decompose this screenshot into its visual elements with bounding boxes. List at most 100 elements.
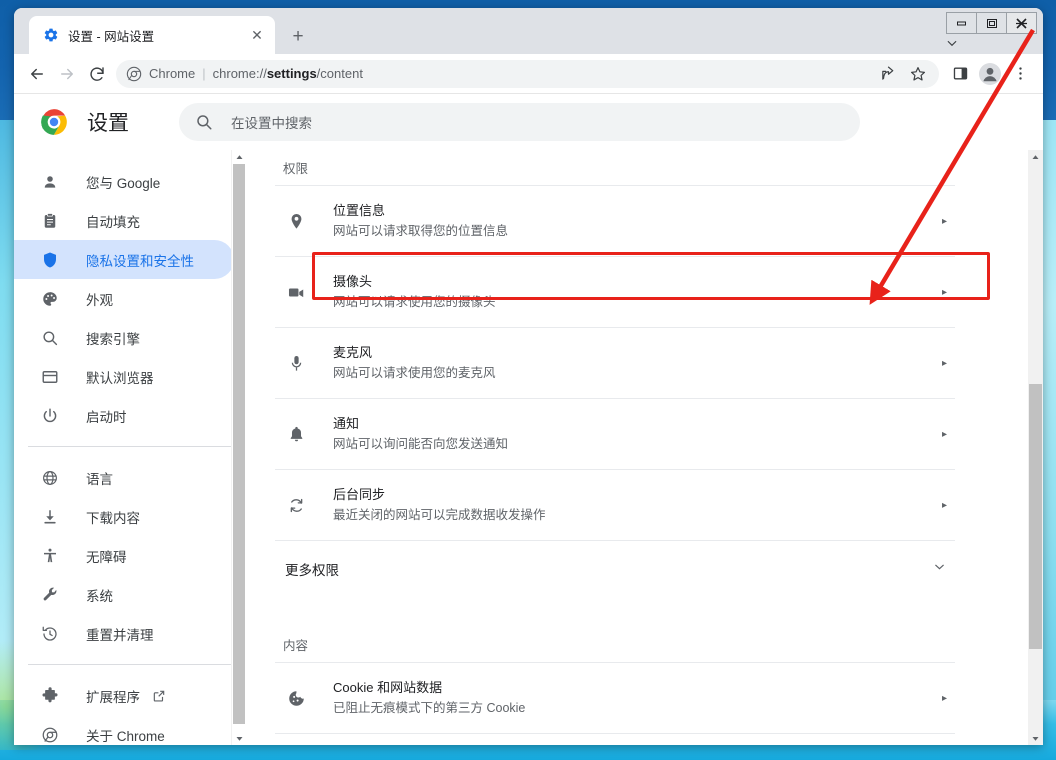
permission-row-camera[interactable]: 摄像头 网站可以请求使用您的摄像头 ▸ [275, 256, 955, 327]
permission-subtitle: 最近关闭的网站可以完成数据收发操作 [333, 508, 546, 523]
chevron-right-icon[interactable]: ▸ [927, 500, 947, 511]
url-prefix: chrome:// [212, 66, 267, 81]
close-button[interactable] [1006, 12, 1037, 34]
chevron-right-icon[interactable]: ▸ [927, 216, 947, 227]
sidebar-item-label: 外观 [86, 292, 113, 308]
sidebar-item-label: 无障碍 [86, 549, 127, 565]
chrome-icon [126, 66, 142, 82]
chevron-right-icon[interactable]: ▸ [927, 287, 947, 298]
url-bold: settings [266, 66, 317, 81]
content-scroll-track[interactable] [1028, 164, 1043, 731]
sidebar-item-label: 启动时 [86, 409, 127, 425]
address-bar[interactable]: Chrome | chrome://settings/content [116, 59, 939, 89]
side-panel-icon[interactable] [945, 59, 975, 89]
sidebar-scroll-thumb[interactable] [233, 164, 245, 724]
reload-icon[interactable] [82, 59, 112, 89]
tab-strip: 设置 - 网站设置 ✕ + [14, 8, 1043, 54]
permission-row-notifications[interactable]: 通知 网站可以询问能否向您发送通知 ▸ [275, 398, 955, 469]
sidebar-item-default-browser[interactable]: 默认浏览器 [14, 357, 234, 396]
permission-subtitle: 网站可以请求使用您的麦克风 [333, 366, 496, 381]
bookmark-star-icon[interactable] [903, 59, 933, 89]
power-icon [40, 406, 60, 426]
permission-row-microphone[interactable]: 麦克风 网站可以请求使用您的麦克风 ▸ [275, 327, 955, 398]
page-title: 设置 [87, 112, 129, 135]
chevron-right-icon[interactable]: ▸ [927, 429, 947, 440]
sidebar-item-label: 下载内容 [86, 510, 140, 526]
sidebar-scroll-track[interactable] [233, 724, 245, 731]
sidebar-item-label: 关于 Chrome [86, 728, 165, 744]
sidebar-divider [28, 446, 246, 447]
sidebar-item-autofill[interactable]: 自动填充 [14, 201, 234, 240]
sidebar-item-downloads[interactable]: 下载内容 [14, 497, 234, 536]
chrome-icon [40, 725, 60, 745]
content-inner: 权限 位置信息 网站可以请求取得您的位置信息 ▸ 摄像头 网站可以请求使用您的摄… [247, 150, 1043, 745]
browser-toolbar: Chrome | chrome://settings/content [14, 54, 1043, 94]
tab-title: 设置 - 网站设置 [68, 29, 155, 44]
permission-row-background-sync[interactable]: 后台同步 最近关闭的网站可以完成数据收发操作 ▸ [275, 469, 955, 540]
content-row-cookies[interactable]: Cookie 和网站数据 已阻止无痕模式下的第三方 Cookie ▸ [275, 662, 955, 733]
sidebar-item-label: 默认浏览器 [86, 370, 154, 386]
palette-icon [40, 289, 60, 309]
scroll-down-icon[interactable] [1028, 731, 1043, 745]
permission-title: 麦克风 [333, 344, 373, 360]
scroll-up-icon[interactable] [231, 150, 246, 164]
maximize-button[interactable] [976, 12, 1007, 34]
browser-window: 设置 - 网站设置 ✕ + Chrome | chrome://settings… [14, 8, 1043, 745]
scroll-down-icon[interactable] [231, 731, 246, 745]
sidebar-scrollbar[interactable] [231, 150, 246, 745]
person-icon [40, 172, 60, 192]
more-permissions-row[interactable]: 更多权限 [275, 540, 955, 597]
content-section-header: 内容 [283, 639, 309, 653]
settings-page: 设置 在设置中搜索 您与 Google 自动填充 隐私设置和安全性 外观 搜索引… [14, 94, 1043, 745]
profile-avatar-icon[interactable] [975, 59, 1005, 89]
globe-icon [40, 468, 60, 488]
more-permissions-label: 更多权限 [285, 563, 339, 578]
chrome-logo [40, 108, 68, 136]
sidebar-item-search-engine[interactable]: 搜索引擎 [14, 318, 234, 357]
content-texts: Cookie 和网站数据 已阻止无痕模式下的第三方 Cookie [333, 678, 927, 719]
close-icon[interactable]: ✕ [247, 25, 267, 45]
scroll-up-icon[interactable] [1028, 150, 1043, 164]
content-scrollbar[interactable] [1028, 150, 1043, 745]
permission-subtitle: 网站可以请求使用您的摄像头 [333, 295, 496, 310]
content-row-javascript[interactable]: JavaScript 网站可以使用 JavaScript ▸ [275, 733, 955, 745]
cookie-icon [285, 687, 307, 709]
sidebar-item-label: 搜索引擎 [86, 331, 140, 347]
back-icon[interactable] [22, 59, 52, 89]
sidebar-item-about-chrome[interactable]: 关于 Chrome [14, 715, 234, 745]
chevron-down-icon[interactable] [932, 559, 947, 579]
browser-tab[interactable]: 设置 - 网站设置 ✕ [29, 16, 275, 54]
sidebar-item-label: 重置并清理 [86, 627, 154, 643]
search-icon [40, 328, 60, 348]
sidebar-item-on-startup[interactable]: 启动时 [14, 396, 234, 435]
sidebar-item-label: 您与 Google [86, 175, 161, 191]
search-input[interactable]: 在设置中搜索 [179, 103, 860, 141]
microphone-icon [285, 352, 307, 374]
sidebar-item-label: 系统 [86, 588, 113, 604]
settings-body: 您与 Google 自动填充 隐私设置和安全性 外观 搜索引擎 默认浏览器 启动… [14, 150, 1043, 745]
sidebar-item-privacy-and-security[interactable]: 隐私设置和安全性 [14, 240, 234, 279]
permission-texts: 位置信息 网站可以请求取得您的位置信息 [333, 201, 927, 242]
content-title: Cookie 和网站数据 [333, 679, 443, 695]
sidebar-item-system[interactable]: 系统 [14, 575, 234, 614]
forward-icon[interactable] [52, 59, 82, 89]
sidebar-item-extensions[interactable]: 扩展程序 [14, 676, 234, 715]
content-scroll-thumb[interactable] [1029, 384, 1042, 649]
search-placeholder: 在设置中搜索 [231, 116, 312, 131]
sidebar-item-languages[interactable]: 语言 [14, 458, 234, 497]
browser-window-icon [40, 367, 60, 387]
share-icon[interactable] [873, 59, 903, 89]
chevron-right-icon[interactable]: ▸ [927, 358, 947, 369]
minimize-button[interactable] [946, 12, 977, 34]
new-tab-button[interactable]: + [286, 24, 310, 48]
more-menu-icon[interactable] [1005, 59, 1035, 89]
sidebar-item-reset-and-cleanup[interactable]: 重置并清理 [14, 614, 234, 653]
clipboard-icon [40, 211, 60, 231]
sidebar-item-accessibility[interactable]: 无障碍 [14, 536, 234, 575]
omnibox-actions [873, 59, 933, 89]
permission-row-location[interactable]: 位置信息 网站可以请求取得您的位置信息 ▸ [275, 185, 955, 256]
permission-title: 通知 [333, 415, 360, 431]
sidebar-item-you-and-google[interactable]: 您与 Google [14, 162, 234, 201]
chevron-right-icon[interactable]: ▸ [927, 693, 947, 704]
sidebar-item-appearance[interactable]: 外观 [14, 279, 234, 318]
